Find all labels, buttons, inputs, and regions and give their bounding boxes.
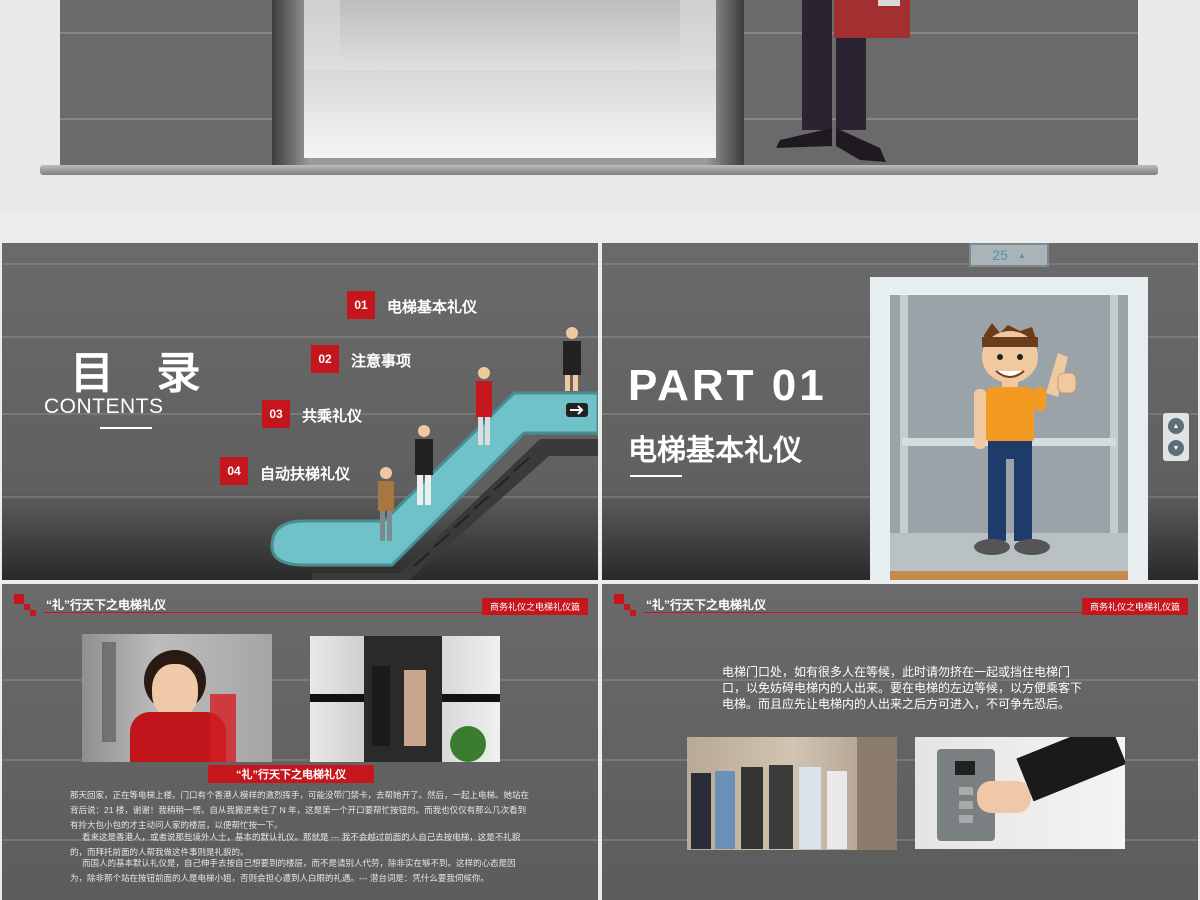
tips-paragraph: 电梯门口处，如有很多人在等候，此时请勿挤在一起或挡住电梯门口，以免妨碍电梯内的人… <box>722 665 1083 711</box>
part-label: PART 01 <box>628 361 827 410</box>
elevator-threshold <box>890 571 1128 580</box>
slide-tips: “礼”行天下之电梯礼仪 商务礼仪之电梯礼仪篇 电梯门口处，如有很多人在等候，此时… <box>602 584 1198 900</box>
slide-elevator-cover <box>0 0 1200 212</box>
toc-item-1[interactable]: 电梯基本礼仪 <box>387 296 477 317</box>
contents-underline <box>100 427 152 429</box>
slide-contents: 目 录 CONTENTS 01 电梯基本礼仪 02 注意事项 03 共乘礼仪 0… <box>2 243 598 580</box>
ledge <box>40 165 1158 175</box>
escalator-illustration <box>270 327 598 580</box>
photo-elevator-passengers <box>310 636 500 762</box>
down-call-button[interactable]: ▼ <box>1168 440 1184 456</box>
photo-button-press <box>915 737 1125 849</box>
toc-num-1: 01 <box>347 291 375 319</box>
up-arrow-icon: ▲ <box>1017 250 1026 260</box>
floor-number: 25 <box>992 247 1008 263</box>
cartoon-man-illustration <box>974 323 1077 555</box>
header-decor <box>614 594 624 604</box>
toc-num-4: 04 <box>220 457 248 485</box>
up-call-button[interactable]: ▲ <box>1168 418 1184 434</box>
article-paragraph-3: 而国人的基本默认礼仪是，自己伸手去按自己想要到的楼层，而不是请别人代劳，除非实在… <box>70 858 516 883</box>
photo-people-waiting <box>687 737 897 850</box>
businessman-illustration <box>776 0 910 162</box>
header-decor <box>14 594 24 604</box>
article-paragraph-1: 那天回家，正在等电梯上楼。门口有个香港人模样的激烈挥手，可能没带门禁卡，去帮她开… <box>70 790 530 830</box>
slide-article: “礼”行天下之电梯礼仪 商务礼仪之电梯礼仪篇 “礼”行天下之电梯礼仪 那天回家，… <box>2 584 598 900</box>
floor-indicator: 25 ▲ <box>969 243 1049 267</box>
part-underline <box>630 475 682 477</box>
header-title: “礼”行天下之电梯礼仪 <box>646 598 767 612</box>
header-rule <box>644 612 1189 613</box>
contents-heading: 目 录 <box>70 349 207 398</box>
contents-subheading: CONTENTS <box>44 395 164 418</box>
header-rule <box>44 612 589 613</box>
caption-bar: “礼”行天下之电梯礼仪 <box>208 765 374 783</box>
part-title: 电梯基本礼仪 <box>628 435 803 467</box>
photo-elevator-attendant <box>82 634 272 762</box>
slide-part-01: PART 01 电梯基本礼仪 25 ▲ ▲ ▼ <box>602 243 1198 580</box>
header-title: “礼”行天下之电梯礼仪 <box>46 598 167 612</box>
